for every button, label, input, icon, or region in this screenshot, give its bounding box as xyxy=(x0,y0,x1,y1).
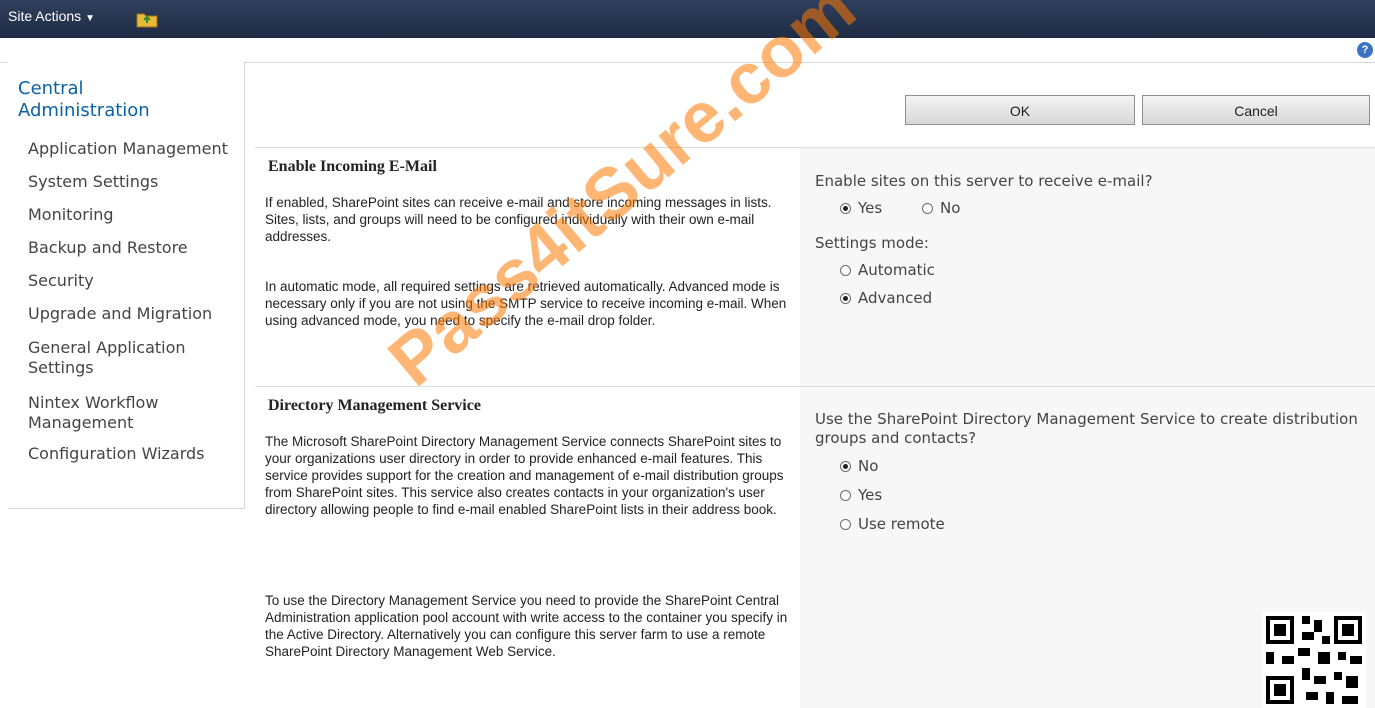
quicklaunch-item-upgrade-and-migration[interactable]: Upgrade and Migration xyxy=(28,304,238,324)
cancel-button[interactable]: Cancel xyxy=(1142,95,1370,125)
ok-button[interactable]: OK xyxy=(905,95,1135,125)
directory-management-description: The Microsoft SharePoint Directory Manag… xyxy=(265,434,784,517)
directory-yes-radio[interactable]: Yes xyxy=(840,486,882,504)
quicklaunch-item-application-management[interactable]: Application Management xyxy=(28,139,238,159)
enable-email-no-radio[interactable]: No xyxy=(922,199,960,217)
radio-unselected-icon xyxy=(840,518,851,530)
quicklaunch-item-nintex-workflow-management[interactable]: Nintex Workflow Management xyxy=(28,393,198,433)
enable-email-question: Enable sites on this server to receive e… xyxy=(815,172,1153,190)
title-bar xyxy=(0,38,1375,63)
site-actions-menu[interactable]: Site Actions ▼ xyxy=(8,8,95,24)
help-icon[interactable]: ? xyxy=(1357,42,1373,58)
radio-label: No xyxy=(940,199,961,217)
directory-management-question: Use the SharePoint Directory Management … xyxy=(815,410,1358,447)
directory-use-remote-radio[interactable]: Use remote xyxy=(840,515,945,533)
incoming-email-mode-description: In automatic mode, all required settings… xyxy=(265,279,787,328)
quicklaunch-item-system-settings[interactable]: System Settings xyxy=(28,172,238,192)
mode-automatic-radio[interactable]: Automatic xyxy=(840,261,935,279)
quick-launch-title[interactable]: Central Administration xyxy=(18,78,218,122)
enable-email-yes-radio[interactable]: Yes xyxy=(840,199,882,217)
incoming-email-title: Enable Incoming E-Mail xyxy=(268,158,437,175)
radio-unselected-icon xyxy=(840,489,851,501)
quicklaunch-item-backup-and-restore[interactable]: Backup and Restore xyxy=(28,238,238,258)
radio-selected-icon xyxy=(840,202,851,214)
directory-management-title: Directory Management Service xyxy=(268,397,481,414)
radio-selected-icon xyxy=(840,460,851,472)
radio-label: No xyxy=(858,457,879,475)
directory-no-radio[interactable]: No xyxy=(840,457,878,475)
qr-code-icon xyxy=(1262,612,1366,708)
quicklaunch-item-general-application-settings[interactable]: General Application Settings xyxy=(28,338,218,378)
radio-selected-icon xyxy=(840,292,851,304)
quicklaunch-item-configuration-wizards[interactable]: Configuration Wizards xyxy=(28,444,238,464)
chevron-down-icon: ▼ xyxy=(85,13,96,24)
radio-label: Use remote xyxy=(858,515,945,533)
radio-label: Yes xyxy=(858,486,883,504)
mode-advanced-radio[interactable]: Advanced xyxy=(840,289,932,307)
directory-management-requirements: To use the Directory Management Service … xyxy=(265,593,788,659)
radio-unselected-icon xyxy=(840,264,851,276)
site-actions-label: Site Actions xyxy=(8,8,82,24)
radio-unselected-icon xyxy=(922,202,933,214)
quicklaunch-item-monitoring[interactable]: Monitoring xyxy=(28,205,238,225)
quicklaunch-item-security[interactable]: Security xyxy=(28,271,238,291)
radio-label: Automatic xyxy=(858,261,935,279)
radio-label: Yes xyxy=(858,199,883,217)
top-ribbon xyxy=(0,0,1375,38)
incoming-email-description: If enabled, SharePoint sites can receive… xyxy=(265,195,772,244)
navigate-up-folder-icon[interactable] xyxy=(136,10,158,28)
settings-mode-label: Settings mode: xyxy=(815,234,929,252)
radio-label: Advanced xyxy=(858,289,933,307)
